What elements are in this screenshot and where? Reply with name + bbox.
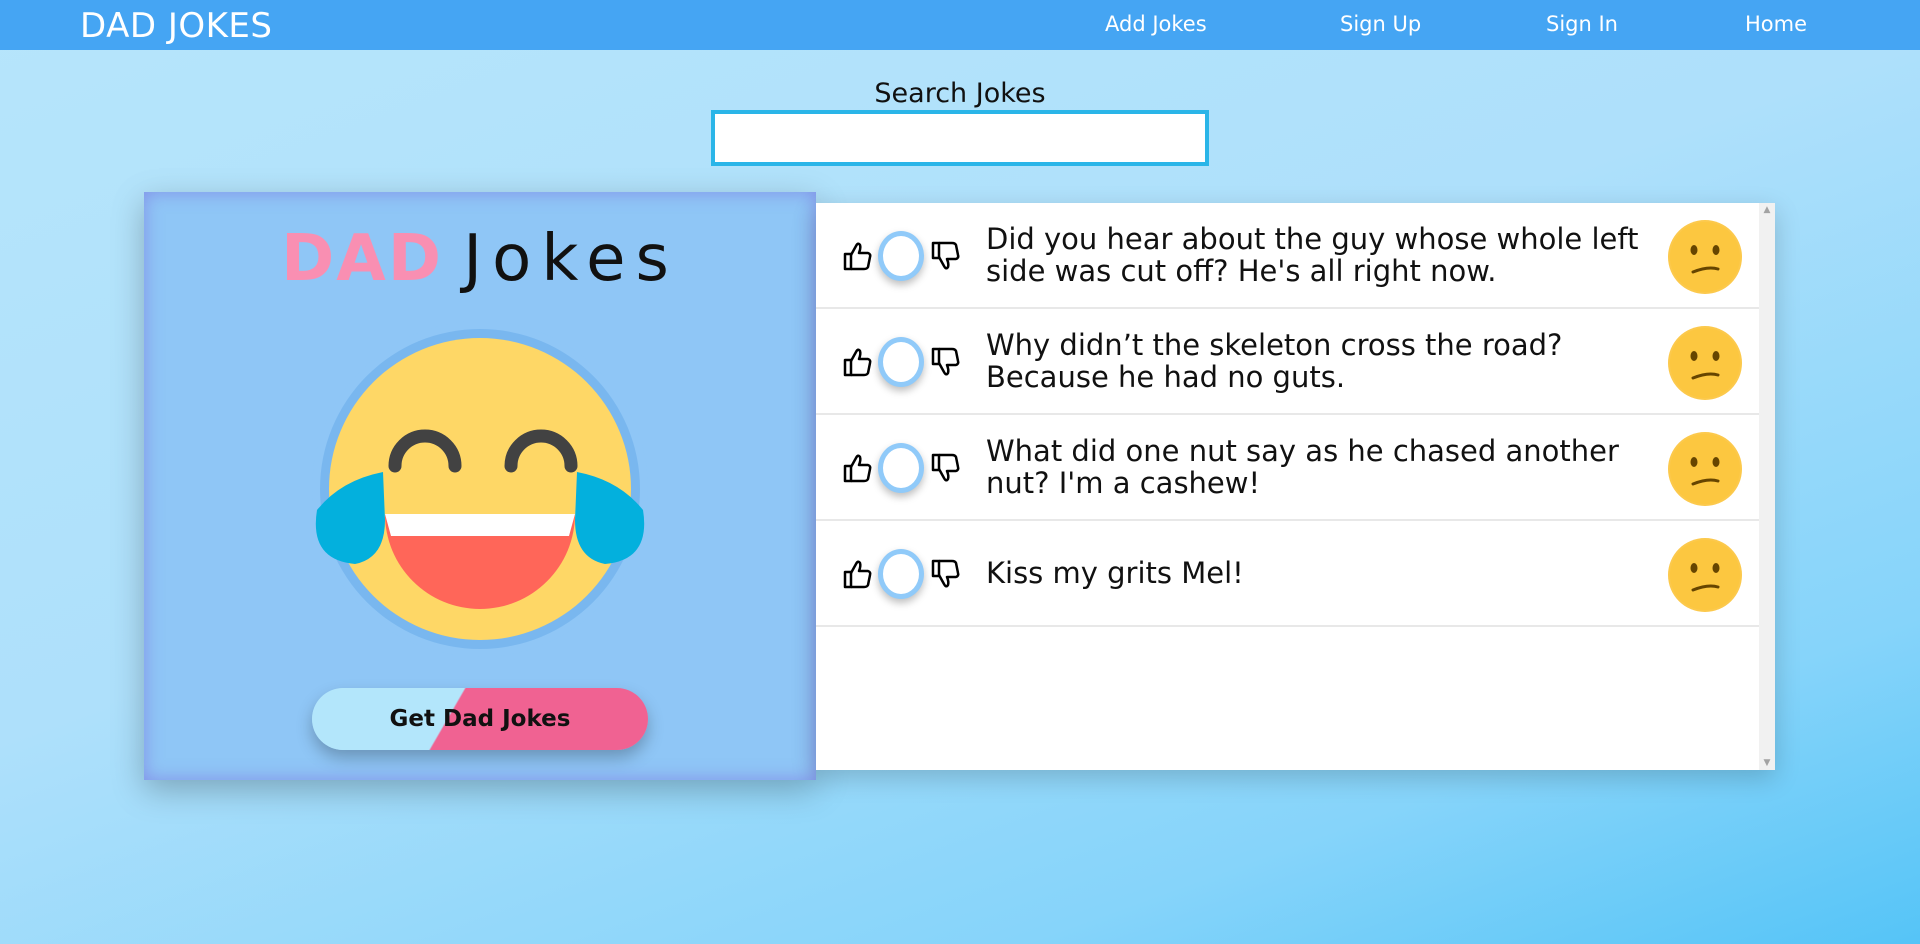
jokes-list: Did you hear about the guy whose whole l… [816,203,1775,770]
joke-text: Kiss my grits Mel! [986,556,1244,590]
joke-text: What did one nut say as he chased anothe… [986,434,1619,500]
thumbs-up-icon[interactable] [840,239,874,273]
scrollbar[interactable]: ▲ ▼ [1759,203,1775,770]
vote-toggle[interactable] [878,231,924,281]
thumbs-up-icon[interactable] [840,345,874,379]
get-dad-jokes-button[interactable]: Get Dad Jokes [312,688,648,750]
thumbs-down-icon[interactable] [928,557,962,591]
search-input[interactable] [711,110,1209,166]
confused-face-icon [1668,220,1742,294]
thumbs-up-icon[interactable] [840,451,874,485]
joke-row: What did one nut say as he chased anothe… [816,415,1759,521]
joke-text: Why didn’t the skeleton cross the road? … [986,328,1563,394]
card-title-jokes: Jokes [463,222,679,296]
joke-generator-card: DAD Jokes Get Dad Jokes [144,192,816,780]
nav-sign-in[interactable]: Sign In [1546,12,1618,36]
thumbs-down-icon[interactable] [928,239,962,273]
joke-row: Why didn’t the skeleton cross the road? … [816,309,1759,415]
joke-text: Did you hear about the guy whose whole l… [986,222,1639,288]
card-title-dad: DAD [281,222,443,296]
card-title: DAD Jokes [144,222,816,296]
nav-sign-up[interactable]: Sign Up [1340,12,1421,36]
laughing-tears-emoji-icon [311,320,649,658]
nav-home[interactable]: Home [1745,12,1807,36]
confused-face-icon [1668,432,1742,506]
joke-row: Did you hear about the guy whose whole l… [816,203,1759,309]
thumbs-down-icon[interactable] [928,345,962,379]
scroll-up-icon[interactable]: ▲ [1759,203,1775,217]
brand-logo[interactable]: DAD JOKES [80,6,272,46]
confused-face-icon [1668,326,1742,400]
nav-add-jokes[interactable]: Add Jokes [1105,12,1207,36]
scroll-down-icon[interactable]: ▼ [1759,756,1775,770]
thumbs-down-icon[interactable] [928,451,962,485]
search-label: Search Jokes [874,78,1046,109]
thumbs-up-icon[interactable] [840,557,874,591]
vote-toggle[interactable] [878,443,924,493]
vote-toggle[interactable] [878,337,924,387]
joke-row: Kiss my grits Mel! [816,521,1759,627]
confused-face-icon [1668,538,1742,612]
vote-toggle[interactable] [878,549,924,599]
navbar: DAD JOKES Add Jokes Sign Up Sign In Home [0,0,1920,50]
